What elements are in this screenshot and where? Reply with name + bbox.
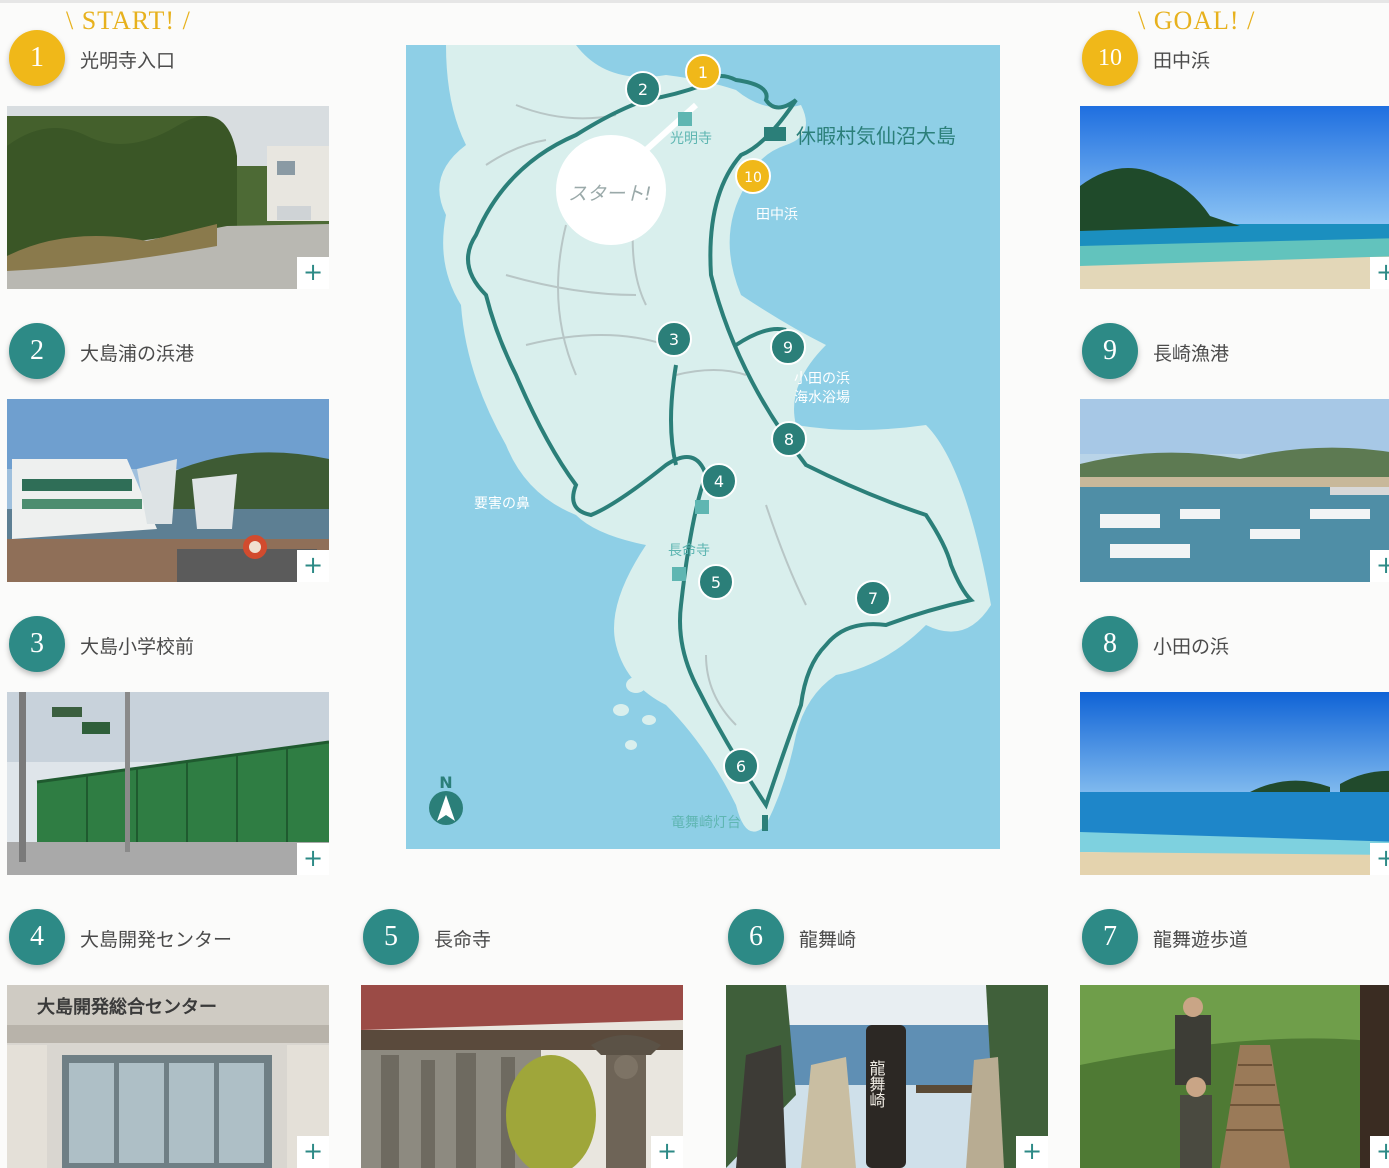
spot-header: 7 龍舞遊歩道 (1080, 905, 1389, 981)
spot-name: 龍舞崎 (799, 929, 857, 951)
spot-name: 小田の浜 (1153, 636, 1230, 658)
svg-text:6: 6 (736, 757, 746, 776)
svg-text:7: 7 (868, 589, 878, 608)
map-marker-8[interactable]: 8 (771, 421, 807, 457)
spot-header: 10 田中浜 (1080, 26, 1389, 102)
spot-header: 1 光明寺入口 (7, 26, 329, 102)
spot-card-5[interactable]: 5 長命寺 + (361, 905, 683, 1168)
svg-text:2: 2 (638, 80, 648, 99)
svg-text:5: 5 (711, 573, 721, 592)
cape-sign: 龍舞崎 (867, 1060, 886, 1108)
map-marker-5[interactable]: 5 (698, 564, 734, 600)
building-sign: 大島開発総合センター (37, 996, 217, 1018)
spot-number-badge: 7 (1082, 909, 1138, 965)
spot-name: 大島浦の浜港 (80, 343, 195, 365)
map-label-yogai: 要害の鼻 (474, 495, 530, 512)
spot-number-badge: 5 (363, 909, 419, 965)
spot-card-4[interactable]: 4 大島開発センター 大島開発総合センター + (7, 905, 329, 1168)
expand-photo-button[interactable]: + (1370, 843, 1389, 875)
spot-number-badge: 6 (728, 909, 784, 965)
expand-photo-button[interactable]: + (651, 1136, 683, 1168)
map-label-kyukamura: 休暇村気仙沼大島 (796, 124, 956, 148)
top-divider (0, 0, 1389, 3)
compass-label: N (439, 773, 452, 792)
expand-photo-button[interactable]: + (297, 1136, 329, 1168)
spot-name: 長崎漁港 (1153, 343, 1230, 365)
spot-number-badge: 1 (9, 30, 65, 86)
spot-card-1[interactable]: 1 光明寺入口 + (7, 26, 329, 289)
map-label-odanohama: 小田の浜 (794, 371, 850, 387)
map-marker-2[interactable]: 2 (625, 71, 661, 107)
lighthouse-icon (762, 815, 768, 831)
temple-marker-icon (695, 500, 709, 514)
svg-text:8: 8 (784, 430, 794, 449)
spot-photo-nagasaki-fishing-port[interactable]: + (1080, 399, 1389, 582)
map-label-komyoji: 光明寺 (670, 131, 712, 147)
expand-photo-button[interactable]: + (297, 550, 329, 582)
spot-number-badge: 4 (9, 909, 65, 965)
spot-photo-tanakahama[interactable]: + (1080, 106, 1389, 289)
svg-text:10: 10 (744, 170, 762, 186)
svg-text:3: 3 (669, 330, 679, 349)
svg-text:1: 1 (698, 63, 708, 82)
spot-name: 光明寺入口 (80, 50, 176, 72)
spot-number-badge: 2 (9, 323, 65, 379)
spot-header: 2 大島浦の浜港 (7, 319, 329, 395)
spot-photo-ryumai-trail[interactable]: + (1080, 985, 1389, 1168)
expand-photo-button[interactable]: + (1370, 257, 1389, 289)
map-label-tanakahama: 田中浜 (756, 207, 798, 223)
spot-photo-development-center[interactable]: 大島開発総合センター + (7, 985, 329, 1168)
map-label-chomeiji: 長命寺 (668, 542, 710, 559)
spot-photo-urano-hama-port[interactable]: + (7, 399, 329, 582)
map-marker-10[interactable]: 10 (735, 158, 771, 194)
spot-card-2[interactable]: 2 大島浦の浜港 + (7, 319, 329, 582)
map-marker-9[interactable]: 9 (770, 329, 806, 365)
spot-header: 3 大島小学校前 (7, 612, 329, 688)
spot-header: 9 長崎漁港 (1080, 319, 1389, 395)
expand-photo-button[interactable]: + (1370, 550, 1389, 582)
map-marker-4[interactable]: 4 (701, 463, 737, 499)
spot-name: 龍舞遊歩道 (1153, 929, 1249, 951)
spot-header: 6 龍舞崎 (726, 905, 1048, 981)
spot-name: 大島開発センター (80, 929, 233, 951)
svg-text:9: 9 (783, 338, 793, 357)
map-marker-3[interactable]: 3 (656, 321, 692, 357)
spot-card-6[interactable]: 6 龍舞崎 龍舞崎 + (726, 905, 1048, 1168)
spot-photo-ryumaizaki[interactable]: 龍舞崎 + (726, 985, 1048, 1168)
expand-photo-button[interactable]: + (297, 257, 329, 289)
map-marker-6[interactable]: 6 (723, 748, 759, 784)
spot-name: 大島小学校前 (80, 636, 195, 658)
spot-number-badge: 3 (9, 616, 65, 672)
map-label-lighthouse: 竜舞崎灯台 (671, 814, 741, 831)
spot-number-badge: 8 (1082, 616, 1138, 672)
spot-card-7[interactable]: 7 龍舞遊歩道 + (1080, 905, 1389, 1168)
svg-text:4: 4 (714, 472, 724, 491)
spot-photo-odanohama[interactable]: + (1080, 692, 1389, 875)
expand-photo-button[interactable]: + (1370, 1136, 1389, 1168)
map-label-beach: 海水浴場 (794, 390, 850, 406)
spot-header: 4 大島開発センター (7, 905, 329, 981)
spot-header: 5 長命寺 (361, 905, 683, 981)
spot-photo-chomeiji[interactable]: + (361, 985, 683, 1168)
spot-header: 8 小田の浜 (1080, 612, 1389, 688)
spot-name: 長命寺 (434, 929, 492, 951)
lodge-marker-icon (764, 127, 786, 141)
spot-name: 田中浜 (1153, 50, 1211, 72)
temple-marker-icon (672, 567, 686, 581)
temple-marker-icon (678, 112, 692, 126)
spot-number-badge: 9 (1082, 323, 1138, 379)
spot-photo-oshima-elementary[interactable]: + (7, 692, 329, 875)
spot-number-badge: 10 (1082, 30, 1138, 86)
map-marker-7[interactable]: 7 (855, 580, 891, 616)
route-map: スタート! 光明寺 休暇村気仙沼大島 田中浜 小田の浜 海水浴場 要害の鼻 長命… (406, 45, 1000, 849)
spot-card-3[interactable]: 3 大島小学校前 + (7, 612, 329, 875)
expand-photo-button[interactable]: + (297, 843, 329, 875)
map-marker-1[interactable]: 1 (685, 54, 721, 90)
start-callout-label: スタート! (568, 183, 652, 205)
expand-photo-button[interactable]: + (1016, 1136, 1048, 1168)
spot-card-10[interactable]: 10 田中浜 + (1080, 26, 1389, 289)
spot-card-9[interactable]: 9 長崎漁港 + (1080, 319, 1389, 582)
spot-card-8[interactable]: 8 小田の浜 + (1080, 612, 1389, 875)
spot-photo-komyoji-entrance[interactable]: + (7, 106, 329, 289)
